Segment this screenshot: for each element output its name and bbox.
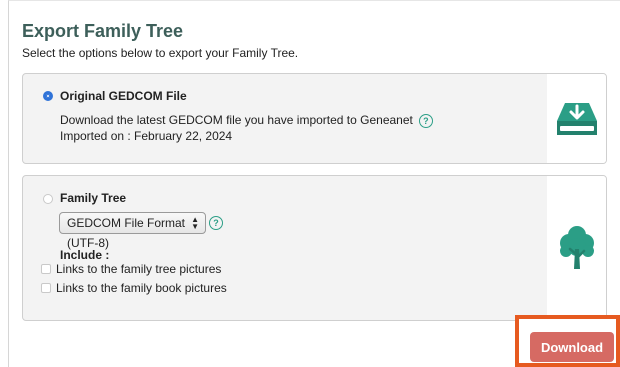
original-gedcom-radio[interactable] [43,91,53,101]
checkbox-book-pictures[interactable] [41,283,51,293]
help-icon[interactable]: ? [418,113,433,128]
page-subtitle: Select the options below to export your … [22,46,299,60]
family-tree-label: Family Tree [60,191,127,205]
original-gedcom-description: Download the latest GEDCOM file you have… [60,113,433,128]
option-original-gedcom[interactable]: Original GEDCOM File Download the latest… [22,73,607,164]
tree-icon [559,226,594,269]
checkbox-book-pictures-label[interactable]: Links to the family book pictures [56,281,227,295]
format-select[interactable]: GEDCOM File Format (UTF-8) ▲ ▼ [59,212,206,250]
download-drive-icon [556,102,597,135]
page-title: Export Family Tree [22,21,184,41]
option-family-tree[interactable]: Family Tree GEDCOM File Format (UTF-8) ▲… [22,175,607,321]
family-tree-icon-area [547,176,606,320]
help-icon[interactable]: ? [209,216,223,230]
checkbox-tree-pictures[interactable] [41,264,51,274]
imported-on-text: Imported on : February 22, 2024 [60,129,233,143]
checkbox-tree-pictures-label[interactable]: Links to the family tree pictures [56,262,221,276]
download-button[interactable]: Download [530,332,614,362]
select-arrows-icon: ▲ ▼ [191,215,199,231]
family-tree-radio[interactable] [43,194,53,204]
description-text: Download the latest GEDCOM file you have… [60,113,413,127]
format-select-value: GEDCOM File Format (UTF-8) [67,216,186,250]
original-gedcom-icon-area [547,74,606,163]
include-label: Include : [60,248,110,262]
original-gedcom-label: Original GEDCOM File [60,89,187,103]
